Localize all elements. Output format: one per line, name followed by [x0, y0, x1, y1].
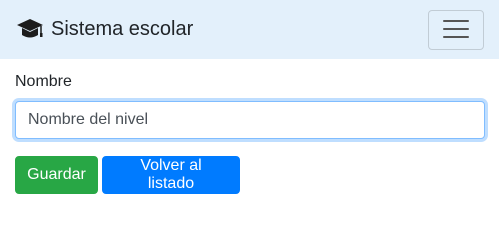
hamburger-menu-icon	[441, 17, 471, 44]
graduation-cap-icon	[16, 16, 44, 42]
save-button[interactable]: Guardar	[15, 156, 98, 194]
name-field-label: Nombre	[15, 73, 72, 90]
top-navbar: Sistema escolar	[0, 0, 499, 59]
back-to-list-button[interactable]: Volver al listado	[102, 156, 240, 194]
navbar-brand[interactable]: Sistema escolar	[16, 14, 193, 44]
brand-title: Sistema escolar	[51, 18, 194, 40]
name-input[interactable]	[15, 101, 485, 139]
navbar-toggle-button[interactable]	[428, 10, 484, 50]
